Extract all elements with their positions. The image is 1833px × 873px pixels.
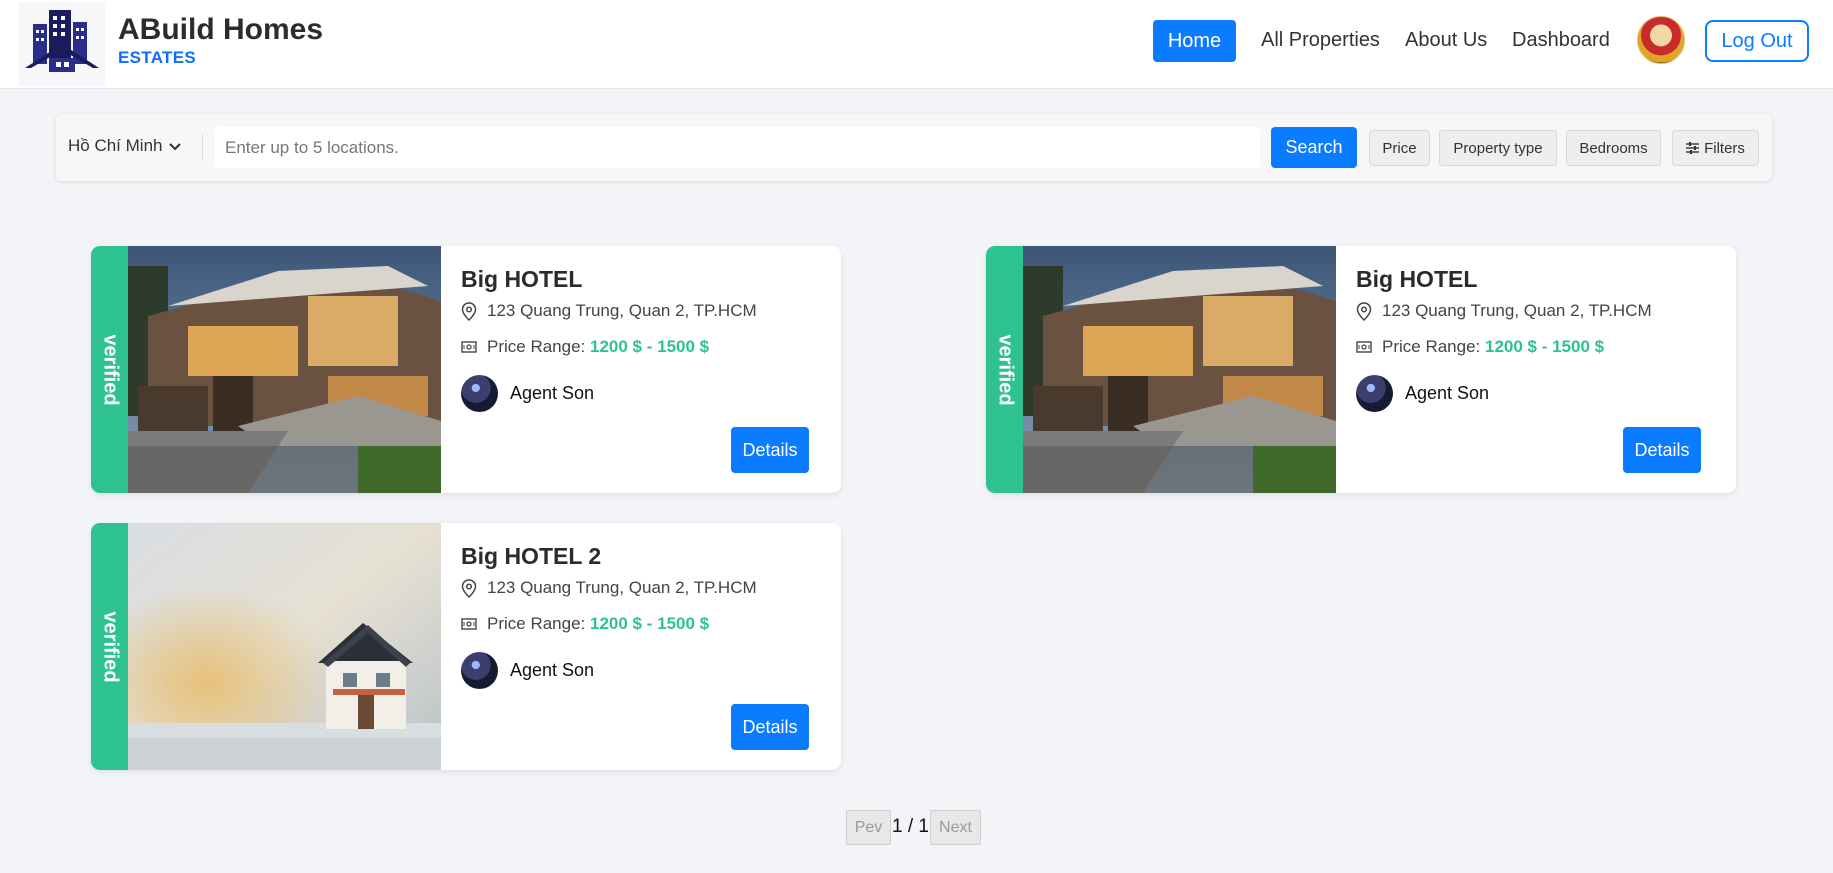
- listing-address: 123 Quang Trung, Quan 2, TP.HCM: [461, 301, 757, 321]
- filters-label: Filters: [1704, 139, 1745, 157]
- agent-avatar: [1356, 375, 1393, 412]
- agent-name: Agent Son: [510, 660, 595, 680]
- property-photo[interactable]: [128, 523, 441, 770]
- map-pin-icon: [1356, 301, 1372, 321]
- details-button[interactable]: Details: [1623, 427, 1701, 473]
- agent-avatar: [461, 652, 498, 689]
- agent-name: Agent Son: [510, 383, 595, 403]
- cash-icon: [1356, 341, 1372, 353]
- search-button[interactable]: Search: [1271, 127, 1357, 168]
- bedrooms-filter-button[interactable]: Bedrooms: [1566, 130, 1661, 166]
- filters-button[interactable]: Filters: [1672, 130, 1759, 166]
- map-pin-icon: [461, 301, 477, 321]
- verified-badge: verified: [986, 246, 1023, 493]
- brand-logo[interactable]: [19, 2, 105, 86]
- property-photo[interactable]: [128, 246, 441, 493]
- prev-page-button[interactable]: Pev: [846, 810, 891, 845]
- listing-address: 123 Quang Trung, Quan 2, TP.HCM: [461, 578, 757, 598]
- brand-title[interactable]: ABuild Homes: [118, 13, 323, 47]
- agent-info[interactable]: Agent Son: [1356, 375, 1489, 412]
- logout-button[interactable]: Log Out: [1705, 20, 1809, 62]
- details-button[interactable]: Details: [731, 427, 809, 473]
- agent-info[interactable]: Agent Son: [461, 375, 594, 412]
- agent-avatar: [461, 375, 498, 412]
- listing-price: Price Range: 1200 $ - 1500 $: [461, 337, 709, 357]
- cash-icon: [461, 341, 477, 353]
- location-search-input[interactable]: [215, 127, 1260, 168]
- price-filter-button[interactable]: Price: [1369, 130, 1430, 166]
- page-indicator: 1 / 1: [892, 816, 929, 837]
- listing-price: Price Range: 1200 $ - 1500 $: [461, 614, 709, 634]
- nav-home[interactable]: Home: [1153, 20, 1236, 62]
- search-bar: Hồ Chí Minh Search Price Property type B…: [56, 114, 1772, 181]
- listing-title: Big HOTEL: [461, 266, 583, 292]
- property-type-filter-button[interactable]: Property type: [1439, 130, 1557, 166]
- listing-price: Price Range: 1200 $ - 1500 $: [1356, 337, 1604, 357]
- sliders-icon: [1686, 142, 1700, 154]
- agent-info[interactable]: Agent Son: [461, 652, 594, 689]
- divider: [202, 134, 203, 161]
- nav-dashboard[interactable]: Dashboard: [1512, 29, 1610, 52]
- next-page-button[interactable]: Next: [930, 810, 981, 845]
- listing-title: Big HOTEL: [1356, 266, 1478, 292]
- nav-all-properties[interactable]: All Properties: [1261, 29, 1380, 52]
- modern-house-photo: [1023, 246, 1336, 493]
- user-avatar[interactable]: [1637, 16, 1685, 64]
- listing-address: 123 Quang Trung, Quan 2, TP.HCM: [1356, 301, 1652, 321]
- modern-house-photo: [128, 246, 441, 493]
- building-logo-icon: [25, 10, 99, 72]
- chevron-down-icon: [169, 143, 182, 151]
- verified-badge: verified: [91, 523, 128, 770]
- city-select-value: Hồ Chí Minh: [68, 136, 163, 155]
- brand-subtitle: ESTATES: [118, 48, 196, 67]
- city-select[interactable]: Hồ Chí Minh: [68, 136, 182, 156]
- map-pin-icon: [461, 578, 477, 598]
- verified-badge: verified: [91, 246, 128, 493]
- listing-card: verified Big HOTEL 123 Quang Trung, Quan…: [91, 246, 841, 493]
- listing-title: Big HOTEL 2: [461, 543, 602, 569]
- property-photo[interactable]: [1023, 246, 1336, 493]
- nav-about-us[interactable]: About Us: [1405, 29, 1487, 52]
- cash-icon: [461, 618, 477, 630]
- listing-card: verified Big HOTEL 2 123 Quang Trung, Qu…: [91, 523, 841, 770]
- listing-card: verified Big HOTEL 123 Quang Trung, Quan…: [986, 246, 1736, 493]
- small-house-photo: [128, 523, 441, 770]
- top-navbar: ABuild Homes ESTATES Home All Properties…: [0, 0, 1833, 89]
- details-button[interactable]: Details: [731, 704, 809, 750]
- agent-name: Agent Son: [1405, 383, 1490, 403]
